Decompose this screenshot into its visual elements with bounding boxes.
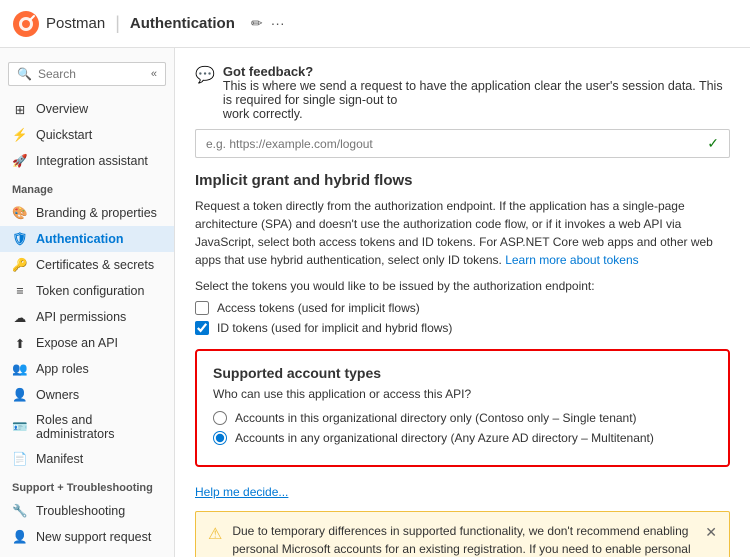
collapse-icon[interactable]: « (151, 68, 157, 80)
sidebar-item-label: Token configuration (36, 284, 144, 298)
multitenant-label[interactable]: Accounts in any organizational directory… (235, 431, 654, 445)
feedback-title: Got feedback? (223, 64, 313, 79)
multitenant-row: Accounts in any organizational directory… (213, 431, 712, 445)
manifest-icon: 📄 (12, 451, 28, 467)
manage-section-label: Manage (0, 174, 174, 200)
sidebar-item-label: Expose an API (36, 336, 118, 350)
feedback-text: Got feedback? This is where we send a re… (223, 64, 730, 121)
token-selection-label: Select the tokens you would like to be i… (195, 279, 730, 293)
id-tokens-row: ID tokens (used for implicit and hybrid … (195, 321, 730, 335)
new-request-icon: 👤 (12, 529, 28, 545)
access-tokens-label[interactable]: Access tokens (used for implicit flows) (217, 301, 420, 315)
sidebar-item-branding[interactable]: 🎨 Branding & properties (0, 200, 174, 226)
id-tokens-label[interactable]: ID tokens (used for implicit and hybrid … (217, 321, 452, 335)
sidebar-item-label: Owners (36, 388, 79, 402)
supported-account-desc: Who can use this application or access t… (213, 387, 712, 401)
single-tenant-label[interactable]: Accounts in this organizational director… (235, 411, 637, 425)
quickstart-icon: ⚡ (12, 127, 28, 143)
sidebar-item-manifest[interactable]: 📄 Manifest (0, 446, 174, 472)
search-icon: 🔍 (17, 67, 32, 81)
help-decide-link[interactable]: Help me decide... (195, 485, 288, 499)
sidebar-item-roles-admins[interactable]: 🪪 Roles and administrators (0, 408, 174, 446)
certificates-icon: 🔑 (12, 257, 28, 273)
sidebar-item-label: Branding & properties (36, 206, 157, 220)
sidebar-item-certificates[interactable]: 🔑 Certificates & secrets (0, 252, 174, 278)
sidebar: 🔍 « ⊞ Overview ⚡ Quickstart 🚀 Integratio… (0, 48, 175, 557)
sidebar-item-label: Certificates & secrets (36, 258, 154, 272)
sidebar-item-token[interactable]: ≡ Token configuration (0, 278, 174, 304)
overview-icon: ⊞ (12, 101, 28, 117)
top-bar-actions: ✏ ··· (251, 15, 285, 32)
sidebar-item-new-request[interactable]: 👤 New support request (0, 524, 174, 550)
sidebar-item-authentication[interactable]: 🛡 Authentication (0, 226, 174, 252)
support-section-label: Support + Troubleshooting (0, 472, 174, 498)
sidebar-item-integration[interactable]: 🚀 Integration assistant (0, 148, 174, 174)
sidebar-item-label: App roles (36, 362, 89, 376)
search-input[interactable] (38, 67, 145, 81)
top-bar: Postman | Authentication ✏ ··· (0, 0, 750, 48)
app-roles-icon: 👥 (12, 361, 28, 377)
sidebar-item-app-roles[interactable]: 👥 App roles (0, 356, 174, 382)
top-bar-divider: | (115, 13, 120, 34)
single-tenant-row: Accounts in this organizational director… (213, 411, 712, 425)
main-layout: 🔍 « ⊞ Overview ⚡ Quickstart 🚀 Integratio… (0, 48, 750, 557)
api-permissions-icon: ☁ (12, 309, 28, 325)
page-title: Authentication (130, 15, 235, 32)
access-tokens-checkbox[interactable] (195, 301, 209, 315)
sidebar-item-api-permissions[interactable]: ☁ API permissions (0, 304, 174, 330)
feedback-row: 💬 Got feedback? This is where we send a … (195, 64, 730, 121)
access-tokens-row: Access tokens (used for implicit flows) (195, 301, 730, 315)
app-name: Postman (46, 15, 105, 32)
logout-url-input-row[interactable]: ✓ (195, 129, 730, 158)
sidebar-item-overview[interactable]: ⊞ Overview (0, 96, 174, 122)
sidebar-item-owners[interactable]: 👤 Owners (0, 382, 174, 408)
feedback-desc: This is where we send a request to have … (223, 79, 730, 121)
sidebar-item-expose-api[interactable]: ⬆ Expose an API (0, 330, 174, 356)
owners-icon: 👤 (12, 387, 28, 403)
sidebar-item-label: Troubleshooting (36, 504, 125, 518)
sidebar-item-label: API permissions (36, 310, 126, 324)
check-icon: ✓ (707, 135, 719, 152)
sidebar-item-label: Quickstart (36, 128, 92, 142)
search-box[interactable]: 🔍 « (8, 62, 166, 86)
sidebar-item-label: Roles and administrators (36, 413, 162, 441)
multitenant-radio[interactable] (213, 431, 227, 445)
sidebar-item-label: Manifest (36, 452, 83, 466)
sidebar-item-label: Integration assistant (36, 154, 148, 168)
authentication-icon: 🛡 (12, 231, 28, 247)
sidebar-item-quickstart[interactable]: ⚡ Quickstart (0, 122, 174, 148)
content-area: 💬 Got feedback? This is where we send a … (175, 48, 750, 557)
postman-icon (12, 10, 40, 38)
warning-text-1: Due to temporary differences in supporte… (232, 522, 695, 557)
account-types-box: Supported account types Who can use this… (195, 349, 730, 467)
feedback-icon: 💬 (195, 65, 215, 85)
sidebar-item-label: New support request (36, 530, 151, 544)
implicit-section-desc: Request a token directly from the author… (195, 197, 730, 269)
edit-icon[interactable]: ✏ (251, 15, 263, 32)
integration-icon: 🚀 (12, 153, 28, 169)
warning-banner-1: ⚠ Due to temporary differences in suppor… (195, 511, 730, 557)
branding-icon: 🎨 (12, 205, 28, 221)
sidebar-item-label: Authentication (36, 232, 124, 246)
warning1-close-icon[interactable]: ✕ (705, 522, 717, 543)
logout-url-input[interactable] (206, 137, 703, 151)
implicit-section-title: Implicit grant and hybrid flows (195, 172, 730, 189)
warning-icon-1: ⚠ (208, 523, 222, 547)
roles-icon: 🪪 (12, 419, 28, 435)
token-icon: ≡ (12, 283, 28, 299)
expose-api-icon: ⬆ (12, 335, 28, 351)
sidebar-item-label: Overview (36, 102, 88, 116)
supported-account-title: Supported account types (213, 365, 712, 381)
more-icon[interactable]: ··· (271, 15, 285, 32)
troubleshooting-icon: 🔧 (12, 503, 28, 519)
app-logo: Postman | Authentication (12, 10, 235, 38)
implicit-learn-more-link[interactable]: Learn more about tokens (505, 253, 638, 267)
id-tokens-checkbox[interactable] (195, 321, 209, 335)
single-tenant-radio[interactable] (213, 411, 227, 425)
sidebar-item-troubleshooting[interactable]: 🔧 Troubleshooting (0, 498, 174, 524)
